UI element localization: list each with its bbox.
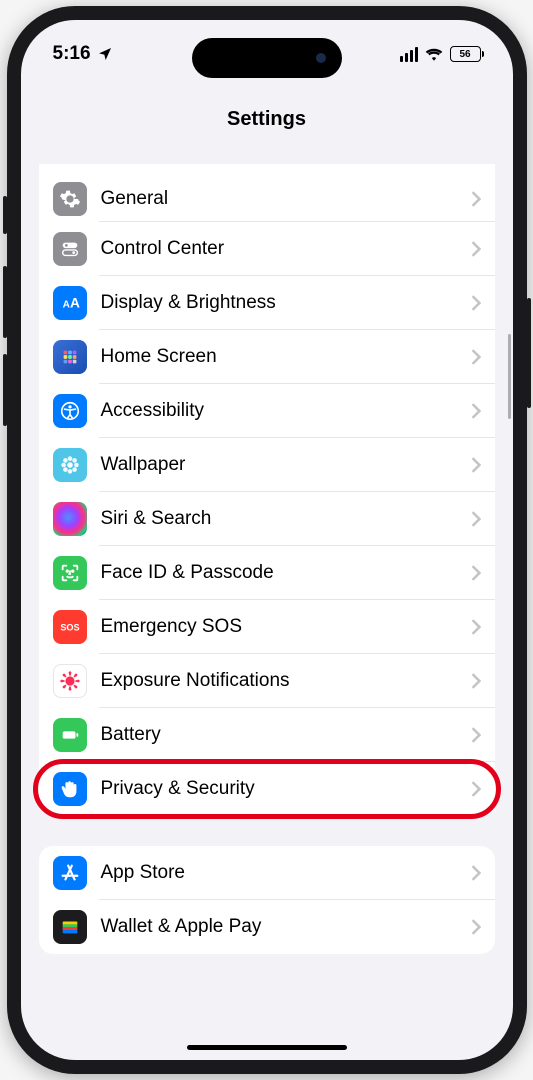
siri-icon <box>53 502 87 536</box>
chevron-right-icon <box>471 457 481 473</box>
row-app-store[interactable]: App Store <box>39 846 495 900</box>
cellular-icon <box>400 47 418 62</box>
row-label: Wallet & Apple Pay <box>101 916 262 938</box>
row-faceid-passcode[interactable]: Face ID & Passcode <box>39 546 495 600</box>
row-label: Display & Brightness <box>101 292 276 314</box>
row-wallpaper[interactable]: Wallpaper <box>39 438 495 492</box>
row-control-center[interactable]: Control Center <box>39 222 495 276</box>
settings-group-2: App Store Wallet & Apple Pay <box>39 846 495 954</box>
row-label: Home Screen <box>101 346 217 368</box>
chevron-right-icon <box>471 295 481 311</box>
row-display-brightness[interactable]: AA Display & Brightness <box>39 276 495 330</box>
row-exposure-notifications[interactable]: Exposure Notifications <box>39 654 495 708</box>
svg-text:A: A <box>70 296 80 311</box>
flower-icon <box>53 448 87 482</box>
row-label: Accessibility <box>101 400 204 422</box>
apps-grid-icon <box>53 340 87 374</box>
page-title: Settings <box>21 108 513 131</box>
faceid-icon <box>53 556 87 590</box>
virus-icon <box>53 664 87 698</box>
row-privacy-security[interactable]: Privacy & Security <box>39 762 495 816</box>
gear-icon <box>53 182 87 216</box>
row-general[interactable]: General <box>39 164 495 222</box>
chevron-right-icon <box>471 191 481 207</box>
sos-icon: SOS <box>53 610 87 644</box>
row-label: Privacy & Security <box>101 778 255 800</box>
chevron-right-icon <box>471 781 481 797</box>
chevron-right-icon <box>471 241 481 257</box>
chevron-right-icon <box>471 511 481 527</box>
wifi-icon <box>425 47 443 61</box>
accessibility-icon <box>53 394 87 428</box>
chevron-right-icon <box>471 919 481 935</box>
chevron-right-icon <box>471 727 481 743</box>
toggles-icon <box>53 232 87 266</box>
row-emergency-sos[interactable]: SOS Emergency SOS <box>39 600 495 654</box>
location-icon <box>97 46 113 62</box>
chevron-right-icon <box>471 403 481 419</box>
chevron-right-icon <box>471 565 481 581</box>
scroll-indicator[interactable] <box>508 334 511 419</box>
chevron-right-icon <box>471 865 481 881</box>
row-label: Exposure Notifications <box>101 670 290 692</box>
row-label: Battery <box>101 724 161 746</box>
row-label: Wallpaper <box>101 454 186 476</box>
row-home-screen[interactable]: Home Screen <box>39 330 495 384</box>
row-battery[interactable]: Battery <box>39 708 495 762</box>
row-accessibility[interactable]: Accessibility <box>39 384 495 438</box>
hand-icon <box>53 772 87 806</box>
status-time: 5:16 <box>53 43 91 65</box>
wallet-icon <box>53 910 87 944</box>
svg-text:SOS: SOS <box>60 623 79 633</box>
chevron-right-icon <box>471 619 481 635</box>
row-label: Emergency SOS <box>101 616 243 638</box>
chevron-right-icon <box>471 349 481 365</box>
dynamic-island <box>192 38 342 78</box>
row-label: General <box>101 188 169 210</box>
settings-group-1: General Control Center AA D <box>39 164 495 816</box>
home-indicator[interactable] <box>187 1045 347 1050</box>
appstore-icon <box>53 856 87 890</box>
row-label: App Store <box>101 862 186 884</box>
row-wallet-apple-pay[interactable]: Wallet & Apple Pay <box>39 900 495 954</box>
phone-frame: 5:16 56 Settings General <box>7 6 527 1074</box>
row-label: Siri & Search <box>101 508 212 530</box>
row-label: Control Center <box>101 238 225 260</box>
battery-icon: 56 <box>450 46 481 62</box>
row-label: Face ID & Passcode <box>101 562 274 584</box>
screen: 5:16 56 Settings General <box>21 20 513 1060</box>
settings-list[interactable]: General Control Center AA D <box>21 164 513 1040</box>
row-siri-search[interactable]: Siri & Search <box>39 492 495 546</box>
chevron-right-icon <box>471 673 481 689</box>
battery-row-icon <box>53 718 87 752</box>
text-size-icon: AA <box>53 286 87 320</box>
